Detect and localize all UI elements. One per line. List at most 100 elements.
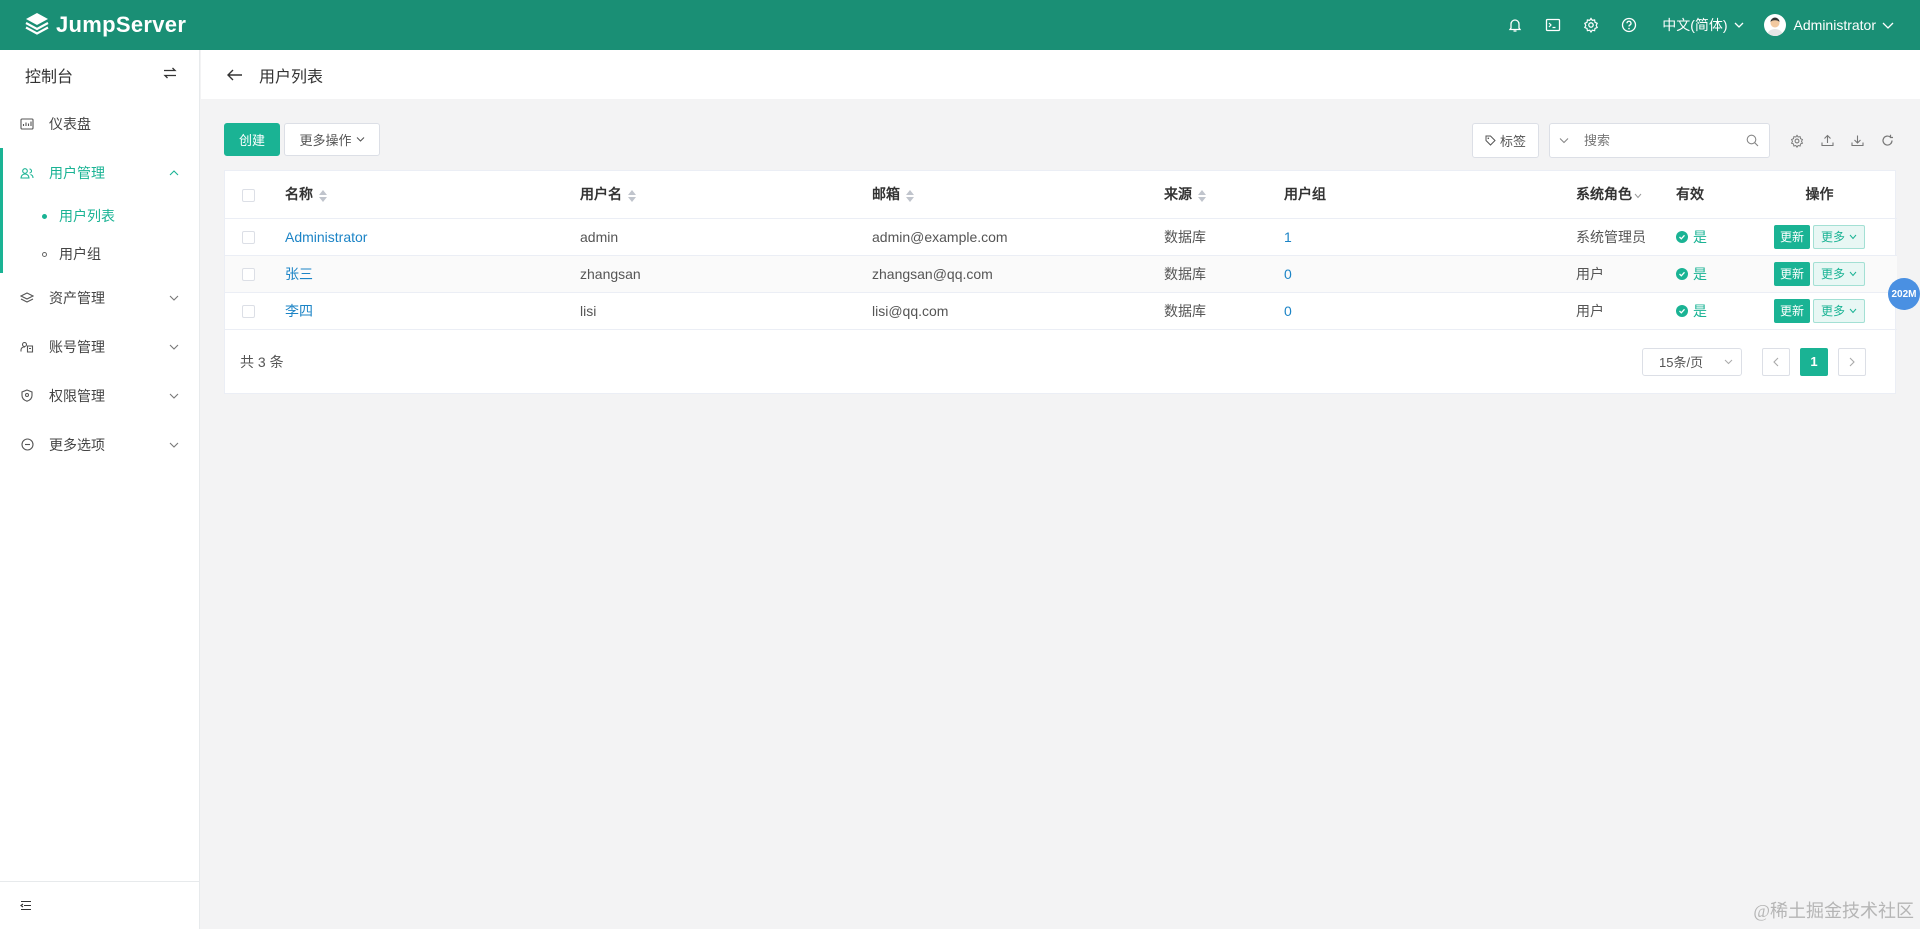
page-title: 用户列表 [259,68,324,86]
user-table: 名称 用户名 邮箱 来源 用户组 系统角色 有效 操作 Administrato… [225,171,1897,330]
valid-label: 是 [1693,302,1707,319]
download-icon[interactable] [1842,134,1872,147]
column-header-email[interactable]: 邮箱 [862,171,1154,219]
column-header-username[interactable]: 用户名 [570,171,862,219]
page-size-select[interactable]: 15条/页 [1642,347,1742,376]
select-all-checkbox[interactable] [242,189,255,203]
row-actions: 更新 更多 [1752,224,1887,249]
bullet-icon [42,251,47,257]
shield-icon [20,389,34,403]
page-number-current[interactable]: 1 [1800,347,1828,376]
logo[interactable]: JumpServer [24,11,186,40]
row-checkbox[interactable] [242,268,255,282]
more-label: 更多 [1820,230,1845,244]
sort-icon [628,189,636,202]
update-button[interactable]: 更新 [1774,261,1810,286]
group-count-link[interactable]: 0 [1284,266,1292,282]
tag-button[interactable]: 标签 [1472,123,1539,158]
sidebar-item-dashboard[interactable]: 仪表盘 [0,99,199,148]
column-header-actions: 操作 [1742,171,1897,219]
chevron-down-icon [1849,308,1857,314]
sidebar-item-account-management[interactable]: 账号管理 [0,322,199,371]
help-icon[interactable] [1610,0,1648,50]
back-arrow-icon[interactable] [227,69,243,81]
floating-memory-badge[interactable]: 202M [1888,278,1920,310]
chevron-down-icon [356,136,365,143]
sort-icon [1198,189,1206,202]
switch-icon[interactable] [163,66,177,84]
more-button[interactable]: 更多 [1813,224,1865,249]
sidebar-subitem-user-group[interactable]: 用户组 [3,235,199,273]
more-label: 更多 [1820,304,1845,318]
search-box [1549,123,1770,158]
header-label: 名称 [285,186,313,203]
chevron-down-icon [169,441,179,449]
settings-icon[interactable] [1572,0,1610,50]
user-menu[interactable]: Administrator [1763,14,1894,36]
sidebar-item-label: 权限管理 [49,387,105,404]
sidebar-item-label: 用户管理 [49,164,105,181]
terminal-icon[interactable] [1534,0,1572,50]
collapse-menu-icon[interactable] [20,898,32,914]
sidebar-subitem-user-list[interactable]: 用户列表 [3,197,199,235]
bell-icon[interactable] [1496,0,1534,50]
avatar [1763,14,1786,36]
sidebar-item-asset-management[interactable]: 资产管理 [0,273,199,322]
more-button[interactable]: 更多 [1813,298,1865,323]
header-label: 来源 [1164,186,1192,203]
column-settings-icon[interactable] [1782,133,1812,148]
header-label: 用户名 [580,186,622,203]
table-header-row: 名称 用户名 邮箱 来源 用户组 系统角色 有效 操作 [225,171,1897,219]
source-cell: 数据库 [1154,292,1274,330]
sidebar-item-user-management[interactable]: 用户管理 [3,148,199,197]
search-icon[interactable] [1746,134,1759,147]
chevron-down-icon [169,392,179,400]
table-row: 李四 lisi lisi@qq.com 数据库 0 用户 是 更新 更多 [225,292,1897,330]
row-checkbox[interactable] [242,231,255,245]
upload-icon[interactable] [1812,134,1842,147]
more-actions-button[interactable]: 更多操作 [284,123,380,156]
sidebar-group-users: 用户管理 用户列表 用户组 [0,148,199,273]
chevron-down-icon[interactable] [1550,137,1578,144]
search-input[interactable] [1584,133,1734,148]
group-count-link[interactable]: 0 [1284,303,1292,319]
sidebar-item-permission-management[interactable]: 权限管理 [0,371,199,420]
source-cell: 数据库 [1154,255,1274,293]
user-name-link[interactable]: Administrator [285,229,367,245]
group-count-link[interactable]: 1 [1284,229,1292,245]
username-cell: lisi [570,292,862,330]
chevron-up-icon [169,169,179,177]
user-name-link[interactable]: 张三 [285,266,313,282]
column-header-role[interactable]: 系统角色 [1566,171,1666,219]
tag-label: 标签 [1499,134,1526,149]
check-circle-icon [1676,304,1688,317]
valid-label: 是 [1693,265,1707,282]
next-page-button[interactable] [1838,347,1866,376]
create-button[interactable]: 创建 [224,123,280,156]
table-footer: 共 3 条 15条/页 1 [225,330,1895,393]
more-button[interactable]: 更多 [1813,261,1865,286]
prev-page-button[interactable] [1762,347,1790,376]
total-count: 共 3 条 [240,353,284,370]
pagination: 15条/页 1 [1642,347,1866,376]
update-button[interactable]: 更新 [1774,298,1810,323]
source-cell: 数据库 [1154,218,1274,256]
role-cell: 用户 [1566,292,1666,330]
column-header-name[interactable]: 名称 [275,171,570,219]
language-selector[interactable]: 中文(简体) [1662,15,1743,35]
table-toolbar: 创建 更多操作 标签 [224,123,1896,158]
user-name-link[interactable]: 李四 [285,303,313,319]
sidebar: 控制台 仪表盘 用户管理 用户列表 用户组 资产管理 账号管理 权限管理 更多选… [0,50,200,929]
chevron-down-icon [1849,271,1857,277]
refresh-icon[interactable] [1872,134,1902,147]
row-checkbox[interactable] [242,305,255,319]
sidebar-item-more-options[interactable]: 更多选项 [0,420,199,469]
chevron-down-icon [1724,359,1733,365]
header-label: 系统角色 [1576,186,1632,203]
sidebar-header: 控制台 [0,50,199,99]
role-cell: 系统管理员 [1566,218,1666,256]
update-button[interactable]: 更新 [1774,224,1810,249]
page-header: 用户列表 [201,50,1920,99]
username-cell: zhangsan [570,255,862,293]
column-header-source[interactable]: 来源 [1154,171,1274,219]
